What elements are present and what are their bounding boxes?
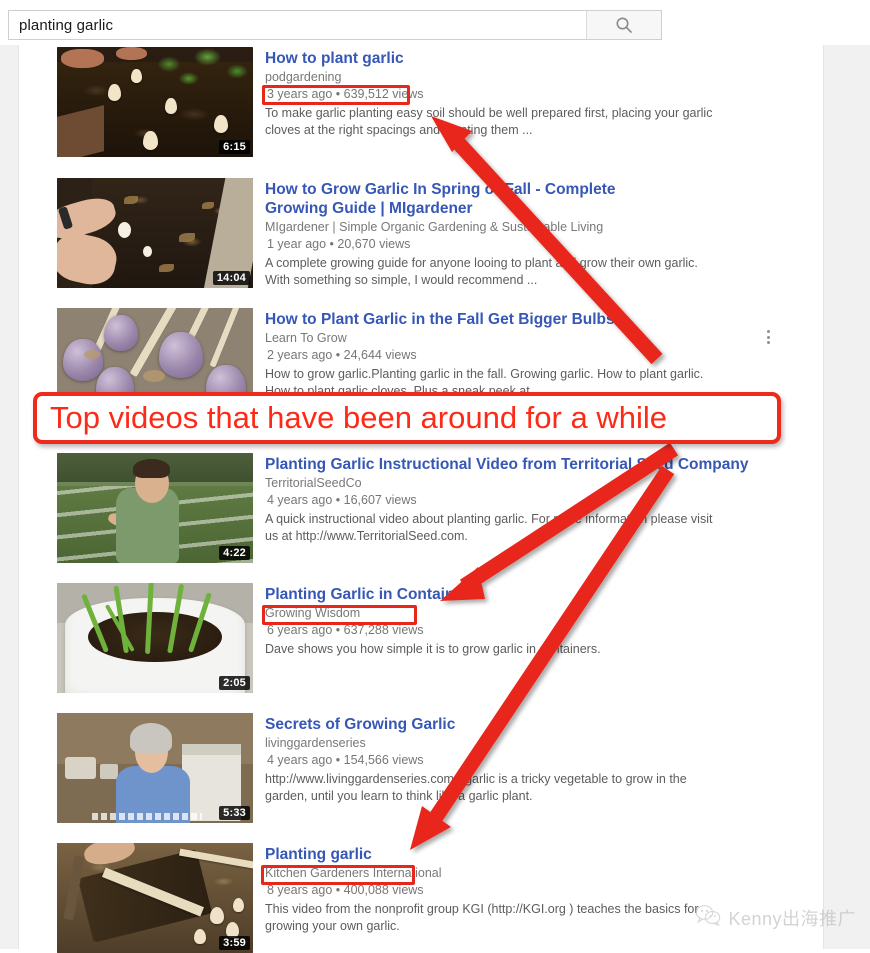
video-channel-2[interactable]: MIgardener | Simple Organic Gardening & … (265, 219, 777, 235)
annotation-banner-text: Top videos that have been around for a w… (50, 400, 667, 435)
annotation-banner: Top videos that have been around for a w… (33, 392, 781, 444)
search-button[interactable] (587, 11, 661, 39)
watermark-text: Kenny出海推广 (728, 908, 856, 929)
video-thumbnail-5[interactable]: 2:05 (57, 583, 253, 693)
results-list: 6:15 How to plant garlic podgardening 3 … (18, 45, 824, 953)
video-description-7: This video from the nonprofit group KGI … (265, 902, 699, 933)
video-channel-1[interactable]: podgardening (265, 69, 777, 85)
video-title-3[interactable]: How to Plant Garlic in the Fall Get Bigg… (265, 310, 777, 329)
video-thumbnail-2[interactable]: 14:04 (57, 178, 253, 288)
video-channel-6[interactable]: livinggardenseries (265, 735, 777, 751)
video-title-5[interactable]: Planting Garlic in Containers (265, 585, 777, 604)
video-stats-3: 2 years ago • 24,644 views (267, 348, 417, 362)
video-duration-5: 2:05 (219, 676, 250, 690)
video-info-2: How to Grow Garlic In Spring or Fall - C… (253, 178, 777, 288)
video-duration-2: 14:04 (212, 271, 250, 285)
video-channel-3[interactable]: Learn To Grow (265, 330, 777, 346)
video-duration-1: 6:15 (219, 140, 250, 154)
video-title-4[interactable]: Planting Garlic Instructional Video from… (265, 455, 777, 474)
video-duration-6: 5:33 (219, 806, 250, 820)
video-info-4: Planting Garlic Instructional Video from… (253, 453, 777, 563)
video-thumbnail-1[interactable]: 6:15 (57, 47, 253, 157)
result-item-7[interactable]: 3:59 Planting garlic Kitchen Gardeners I… (57, 843, 777, 953)
video-info-7: Planting garlic Kitchen Gardeners Intern… (253, 843, 777, 953)
more-options-icon[interactable] (761, 326, 775, 348)
video-description-1: To make garlic planting easy soil should… (265, 106, 713, 137)
result-item-4[interactable]: 4:22 Planting Garlic Instructional Video… (57, 453, 777, 563)
video-channel-5[interactable]: Growing Wisdom (265, 605, 777, 621)
search-query-text: planting garlic (19, 16, 114, 34)
video-description-6: http://www.livinggardenseries.com - garl… (265, 772, 687, 803)
wechat-icon (695, 904, 721, 931)
video-stats-4: 4 years ago • 16,607 views (267, 493, 417, 507)
video-stats-2: 1 year ago • 20,670 views (267, 237, 411, 251)
video-title-2[interactable]: How to Grow Garlic In Spring or Fall - C… (265, 180, 665, 218)
video-info-5: Planting Garlic in Containers Growing Wi… (253, 583, 777, 693)
video-channel-7[interactable]: Kitchen Gardeners International (265, 865, 777, 881)
video-channel-4[interactable]: TerritorialSeedCo (265, 475, 777, 491)
video-title-6[interactable]: Secrets of Growing Garlic (265, 715, 777, 734)
search-input[interactable]: planting garlic (9, 11, 587, 39)
video-thumbnail-6[interactable]: 5:33 (57, 713, 253, 823)
video-info-6: Secrets of Growing Garlic livinggardense… (253, 713, 777, 823)
video-description-2: A complete growing guide for anyone looi… (265, 256, 698, 287)
video-duration-4: 4:22 (219, 546, 250, 560)
video-description-5: Dave shows you how simple it is to grow … (265, 642, 601, 656)
video-title-1[interactable]: How to plant garlic (265, 49, 777, 68)
watermark: Kenny出海推广 (695, 904, 856, 931)
video-thumbnail-7[interactable]: 3:59 (57, 843, 253, 953)
video-thumbnail-4[interactable]: 4:22 (57, 453, 253, 563)
video-stats-5: 6 years ago • 637,288 views (267, 623, 424, 637)
search-icon (615, 16, 633, 34)
video-info-1: How to plant garlic podgardening 3 years… (253, 47, 777, 157)
result-item-2[interactable]: 14:04 How to Grow Garlic In Spring or Fa… (57, 178, 777, 288)
video-duration-7: 3:59 (219, 936, 250, 950)
search-bar[interactable]: planting garlic (8, 10, 662, 40)
result-item-1[interactable]: 6:15 How to plant garlic podgardening 3 … (57, 47, 777, 157)
results-page: 6:15 How to plant garlic podgardening 3 … (0, 45, 870, 953)
result-item-6[interactable]: 5:33 Secrets of Growing Garlic livinggar… (57, 713, 777, 823)
video-stats-1: 3 years ago • 639,512 views (267, 87, 424, 101)
video-title-7[interactable]: Planting garlic (265, 845, 777, 864)
video-stats-6: 4 years ago • 154,566 views (267, 753, 424, 767)
result-item-5[interactable]: 2:05 Planting Garlic in Containers Growi… (57, 583, 777, 693)
video-description-4: A quick instructional video about planti… (265, 512, 713, 543)
video-stats-7: 8 years ago • 400,088 views (267, 883, 424, 897)
